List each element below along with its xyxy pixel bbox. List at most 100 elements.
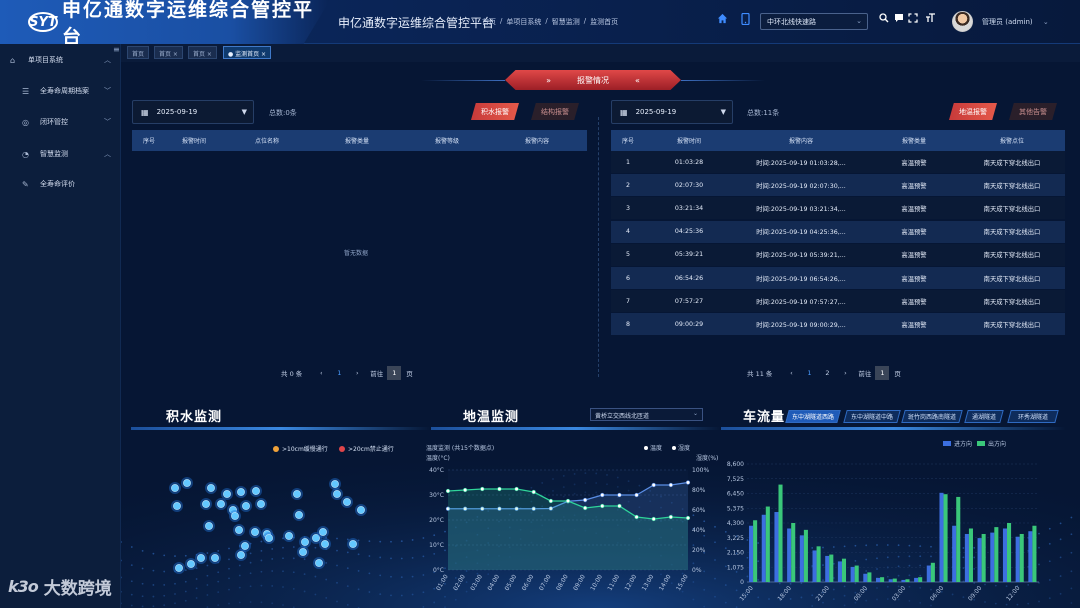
bar[interactable]	[829, 554, 834, 582]
structure-alarm-button[interactable]: 结构报警	[531, 103, 579, 120]
water-point[interactable]	[357, 506, 365, 514]
home-icon[interactable]	[717, 13, 728, 24]
water-point[interactable]	[343, 498, 351, 506]
sidebar-item-lifecycle-eval[interactable]: ✎ 全寿命评价	[0, 174, 121, 194]
table-row[interactable]: 3 03:21:34 时间:2025-09-19 03:21:34,... 高温预警 南…	[611, 197, 1065, 220]
bar[interactable]	[799, 535, 804, 582]
bar[interactable]	[749, 525, 754, 582]
bar[interactable]	[825, 555, 830, 582]
bar[interactable]	[791, 523, 796, 582]
table-row[interactable]: 2 02:07:30 时间:2025-09-19 02:07:30,... 高温预警 南…	[611, 174, 1065, 197]
data-point[interactable]	[685, 515, 691, 521]
bar[interactable]	[888, 579, 893, 582]
bar[interactable]	[901, 579, 906, 582]
bar[interactable]	[854, 565, 859, 582]
admin-menu[interactable]: 管理员 (admin) ⌄	[982, 17, 1049, 27]
bar[interactable]	[930, 562, 935, 582]
avatar[interactable]	[952, 11, 973, 32]
bar[interactable]	[918, 577, 923, 582]
bar[interactable]	[841, 558, 847, 582]
water-point[interactable]	[319, 528, 327, 536]
next-page-button[interactable]: ›	[838, 366, 852, 380]
bar[interactable]	[765, 506, 770, 582]
water-point[interactable]	[207, 484, 215, 492]
water-point[interactable]	[257, 500, 265, 508]
water-point[interactable]	[217, 500, 225, 508]
data-point[interactable]	[651, 516, 656, 522]
water-point[interactable]	[211, 554, 219, 562]
table-row[interactable]: 4 04:25:36 时间:2025-09-19 04:25:36,... 高温预警 南…	[611, 220, 1065, 243]
bar[interactable]	[926, 565, 931, 582]
bar[interactable]	[1019, 533, 1024, 582]
water-point[interactable]	[202, 500, 210, 508]
water-point[interactable]	[231, 512, 239, 520]
sidebar-item-closed-loop[interactable]: ◎ 闭环管控 ﹀	[0, 112, 121, 132]
table-row[interactable]: 1 01:03:28 时间:2025-09-19 01:03:28,... 高温预警 南…	[611, 151, 1065, 173]
tab-monitor-home[interactable]: ● 监测首页 ×	[223, 46, 272, 59]
page-button[interactable]: 1	[802, 366, 816, 380]
bar[interactable]	[778, 484, 783, 582]
data-point[interactable]	[668, 514, 673, 520]
goto-page-input[interactable]: 1	[875, 366, 890, 380]
page-button[interactable]: 1	[332, 366, 346, 380]
bar[interactable]	[939, 492, 944, 582]
bar[interactable]	[981, 533, 986, 582]
traffic-chip[interactable]: 斑竹岗西路南隧道	[901, 410, 963, 423]
data-point[interactable]	[634, 514, 639, 520]
table-row[interactable]: 5 05:39:21 时间:2025-09-19 05:39:21,... 高温预警 南…	[611, 243, 1065, 266]
bar[interactable]	[943, 494, 948, 582]
water-point[interactable]	[293, 490, 301, 498]
other-alarm-button[interactable]: 其他告警	[1009, 103, 1057, 120]
water-point[interactable]	[171, 484, 179, 492]
sidebar-item-smart-monitor[interactable]: ◔ 智慧监测 ︿	[0, 144, 121, 164]
menu-collapse-icon[interactable]: ≡	[113, 45, 120, 54]
water-point[interactable]	[197, 554, 205, 562]
bar[interactable]	[1015, 536, 1020, 582]
bar[interactable]	[875, 577, 881, 582]
bar[interactable]	[968, 528, 973, 582]
bar[interactable]	[952, 525, 957, 582]
bar[interactable]	[812, 550, 817, 582]
data-point[interactable]	[463, 487, 468, 493]
water-point[interactable]	[331, 480, 339, 488]
right-date-picker[interactable]: ▦ 2025-09-19 ▼	[611, 100, 733, 124]
water-point[interactable]	[321, 540, 329, 548]
water-point[interactable]	[205, 522, 213, 530]
bar[interactable]	[863, 573, 868, 582]
water-point[interactable]	[301, 538, 309, 546]
water-point[interactable]	[173, 502, 181, 510]
bar[interactable]	[956, 496, 961, 582]
search-icon[interactable]	[879, 13, 889, 23]
bar[interactable]	[774, 512, 779, 582]
prev-page-button[interactable]: ‹	[784, 366, 798, 380]
bar[interactable]	[850, 566, 855, 582]
water-point[interactable]	[333, 490, 341, 498]
traffic-chip[interactable]: 东中湖隧道中路	[843, 410, 901, 423]
bar[interactable]	[753, 520, 758, 582]
bar[interactable]	[837, 561, 842, 582]
data-point[interactable]	[497, 486, 502, 492]
prev-page-button[interactable]: ‹	[314, 366, 328, 380]
data-point[interactable]	[445, 488, 451, 494]
traffic-chip[interactable]: 通湖隧道	[964, 410, 1004, 423]
traffic-chip[interactable]: 环秀湖隧道	[1007, 410, 1059, 423]
bar[interactable]	[990, 532, 995, 582]
data-point[interactable]	[583, 497, 588, 503]
ground-temp-location-select[interactable]: 黄桥立交西线北匝道 ⌄	[590, 408, 703, 421]
water-point[interactable]	[252, 487, 260, 495]
data-point[interactable]	[600, 492, 605, 498]
bar[interactable]	[1028, 531, 1033, 582]
data-point[interactable]	[651, 482, 656, 488]
mobile-icon[interactable]	[741, 13, 750, 25]
fullscreen-icon[interactable]	[908, 13, 918, 23]
table-row[interactable]: 7 07:57:27 时间:2025-09-19 07:57:27,... 高温预警 南…	[611, 290, 1065, 313]
bar[interactable]	[914, 577, 919, 582]
table-row[interactable]: 8 09:00:29 时间:2025-09-19 09:00:29,... 高温预警 南…	[611, 313, 1065, 336]
bar[interactable]	[803, 529, 808, 582]
bar[interactable]	[1007, 523, 1012, 582]
next-page-button[interactable]: ›	[350, 366, 364, 380]
water-point[interactable]	[241, 542, 249, 550]
water-point[interactable]	[299, 548, 307, 556]
bar[interactable]	[905, 579, 910, 582]
data-point[interactable]	[634, 492, 639, 498]
